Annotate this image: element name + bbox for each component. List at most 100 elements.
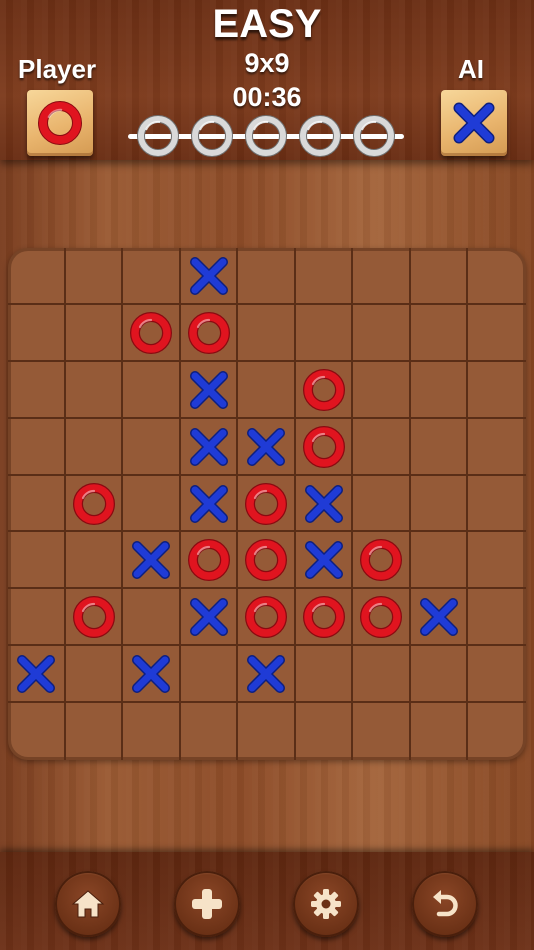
board-cell-r5-c1[interactable] (8, 475, 66, 533)
board-cell-r8-c1[interactable] (8, 646, 66, 704)
board-cell-r6-c3[interactable] (123, 532, 181, 590)
board-cell-r4-c2[interactable] (65, 418, 124, 476)
board-cell-r6-c5[interactable] (238, 532, 296, 590)
board-cell-r1-c9[interactable] (468, 248, 526, 305)
board-cell-r6-c7[interactable] (353, 532, 411, 590)
board-cell-r4-c4[interactable] (180, 418, 239, 476)
board-cell-r6-c8[interactable] (410, 532, 469, 590)
board-cell-r5-c6[interactable] (295, 475, 354, 533)
board-cell-r7-c3[interactable] (123, 589, 181, 647)
player-label: Player (18, 54, 97, 84)
x-mark-icon (304, 484, 343, 523)
board-cell-r5-c5[interactable] (238, 475, 296, 533)
x-mark-icon (132, 541, 171, 580)
board-cell-r1-c5[interactable] (238, 248, 296, 305)
board-cell-r4-c7[interactable] (353, 418, 411, 476)
board-cell-r2-c2[interactable] (65, 304, 124, 362)
board-cell-r6-c9[interactable] (468, 532, 526, 590)
board-cell-r8-c6[interactable] (295, 646, 354, 704)
board-cell-r3-c1[interactable] (8, 361, 66, 419)
board-cell-r3-c6[interactable] (295, 361, 354, 419)
board-cell-r1-c1[interactable] (8, 248, 66, 305)
x-mark-icon (17, 655, 55, 694)
board-cell-r4-c1[interactable] (8, 418, 66, 476)
board-cell-r1-c6[interactable] (295, 248, 354, 305)
board-cell-r3-c9[interactable] (468, 362, 526, 419)
undo-button[interactable] (412, 871, 478, 937)
o-mark-icon (302, 368, 345, 411)
x-mark-icon (189, 598, 228, 637)
board-cell-r3-c8[interactable] (410, 361, 469, 419)
board-cell-r7-c1[interactable] (8, 589, 66, 647)
difficulty-title: EASY (212, 2, 322, 46)
board-cell-r4-c5[interactable] (238, 418, 296, 476)
home-button[interactable] (55, 871, 121, 937)
board-cell-r9-c7[interactable] (353, 703, 411, 760)
board-cell-r4-c6[interactable] (295, 418, 354, 476)
board-cell-r2-c5[interactable] (238, 304, 296, 362)
board-cell-r2-c6[interactable] (295, 304, 354, 362)
board-cell-r8-c4[interactable] (180, 646, 239, 704)
board-cell-r9-c9[interactable] (468, 703, 526, 760)
x-mark-icon (247, 655, 286, 694)
board-cell-r1-c3[interactable] (123, 248, 181, 305)
board-cell-r5-c8[interactable] (410, 475, 469, 533)
board-cell-r3-c7[interactable] (353, 361, 411, 419)
board-cell-r8-c9[interactable] (468, 646, 526, 704)
board-cell-r7-c5[interactable] (238, 589, 296, 647)
board-cell-r3-c3[interactable] (123, 361, 181, 419)
board-cell-r5-c7[interactable] (353, 475, 411, 533)
board-cell-r1-c7[interactable] (353, 248, 411, 305)
board-cell-r7-c4[interactable] (180, 589, 239, 647)
home-icon (71, 890, 105, 918)
board-cell-r5-c2[interactable] (65, 475, 124, 533)
o-mark-icon (72, 596, 115, 639)
board-cell-r8-c2[interactable] (65, 646, 124, 704)
game-board (8, 248, 526, 760)
board-cell-r4-c9[interactable] (468, 419, 526, 476)
board-cell-r1-c4[interactable] (180, 248, 239, 305)
board-cell-r8-c3[interactable] (123, 646, 181, 704)
board-cell-r8-c7[interactable] (353, 646, 411, 704)
settings-button[interactable] (293, 871, 359, 937)
x-mark-icon (247, 427, 286, 466)
board-cell-r8-c5[interactable] (238, 646, 296, 704)
board-cell-r6-c4[interactable] (180, 532, 239, 590)
board-cell-r3-c5[interactable] (238, 361, 296, 419)
board-cell-r2-c4[interactable] (180, 304, 239, 362)
board-cell-r7-c7[interactable] (353, 589, 411, 647)
board-cell-r2-c8[interactable] (410, 304, 469, 362)
board-cell-r2-c3[interactable] (123, 304, 181, 362)
board-cell-r9-c2[interactable] (66, 703, 124, 760)
board-cell-r3-c2[interactable] (65, 361, 124, 419)
board-cell-r7-c6[interactable] (295, 589, 354, 647)
board-cell-r2-c9[interactable] (468, 305, 526, 362)
board-cell-r9-c8[interactable] (411, 703, 469, 760)
o-mark-icon (72, 482, 115, 525)
board-cell-r2-c7[interactable] (353, 304, 411, 362)
board-cell-r3-c4[interactable] (180, 361, 239, 419)
board-cell-r4-c8[interactable] (410, 418, 469, 476)
ai-symbol-tile (441, 90, 507, 156)
board-cell-r5-c9[interactable] (468, 476, 526, 533)
new-game-button[interactable] (174, 871, 240, 937)
x-mark-icon (189, 370, 228, 409)
board-cell-r5-c3[interactable] (123, 475, 181, 533)
board-cell-r9-c4[interactable] (181, 703, 239, 760)
board-cell-r5-c4[interactable] (180, 475, 239, 533)
board-cell-r2-c1[interactable] (8, 304, 66, 362)
board-cell-r1-c2[interactable] (65, 248, 124, 305)
board-cell-r6-c1[interactable] (8, 532, 66, 590)
board-cell-r7-c8[interactable] (410, 589, 469, 647)
board-cell-r1-c8[interactable] (410, 248, 469, 305)
board-cell-r7-c9[interactable] (468, 589, 526, 647)
board-cell-r9-c3[interactable] (123, 703, 181, 760)
board-cell-r9-c1[interactable] (8, 703, 66, 760)
board-cell-r4-c3[interactable] (123, 418, 181, 476)
board-cell-r6-c6[interactable] (295, 532, 354, 590)
board-cell-r9-c5[interactable] (238, 703, 296, 760)
board-cell-r7-c2[interactable] (65, 589, 124, 647)
board-cell-r9-c6[interactable] (296, 703, 354, 760)
board-cell-r8-c8[interactable] (410, 646, 469, 704)
board-cell-r6-c2[interactable] (65, 532, 124, 590)
